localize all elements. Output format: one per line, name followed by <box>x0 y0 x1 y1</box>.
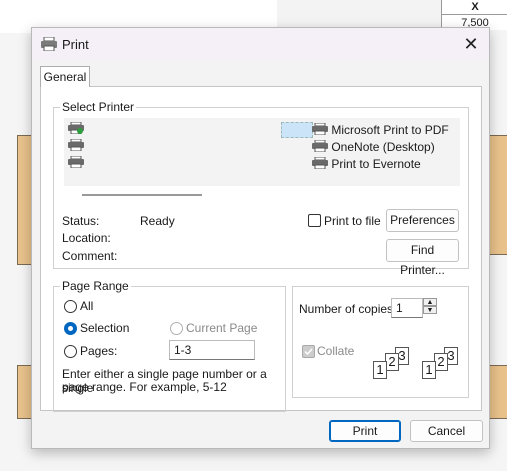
close-button[interactable]: ✕ <box>460 34 482 54</box>
printer-icon <box>68 155 84 169</box>
status-value: Ready <box>140 214 175 228</box>
printer-list-scrollbar[interactable] <box>82 194 202 196</box>
cancel-button[interactable]: Cancel <box>410 420 483 442</box>
printer-item-5[interactable]: OneNote (Desktop) <box>312 139 435 155</box>
copies-group: Number of copies: 1 ▲ ▼ Collate 3 2 1 3 … <box>292 286 469 398</box>
select-printer-group: Select Printer Microsoft Print to PDF On… <box>53 100 469 277</box>
tab-general[interactable]: General <box>40 66 90 87</box>
current-page-radio[interactable] <box>170 322 183 335</box>
background-shape-right-lower <box>488 365 507 419</box>
background-table: X 7,500 <box>441 0 507 30</box>
background-bottom <box>0 447 507 471</box>
printer-default-icon <box>68 121 84 135</box>
copies-input[interactable]: 1 <box>391 298 423 318</box>
status-label: Status: <box>62 214 100 228</box>
selection-label[interactable]: Selection <box>80 321 129 335</box>
collate-page: 1 <box>422 361 436 379</box>
collate-label[interactable]: Collate <box>317 344 354 358</box>
printer-item-name: Microsoft Print to PDF <box>331 123 449 137</box>
title-bar: Print ✕ <box>32 28 489 60</box>
printer-item-name: Print to Evernote <box>331 157 421 171</box>
collate-checkbox[interactable] <box>302 345 315 358</box>
selected-printer-highlight <box>281 122 313 138</box>
pages-label[interactable]: Pages: <box>80 344 117 358</box>
print-to-file-label[interactable]: Print to file <box>324 214 381 228</box>
all-radio[interactable] <box>64 300 77 313</box>
collate-page: 2 <box>385 353 399 371</box>
page-range-group: Page Range All Selection Current Page Pa… <box>53 279 286 412</box>
printer-item-3[interactable] <box>68 155 84 172</box>
current-page-label[interactable]: Current Page <box>186 321 257 335</box>
background-shape-right-upper <box>488 135 507 255</box>
printer-item-1[interactable] <box>68 121 84 138</box>
printer-item-4[interactable]: Microsoft Print to PDF <box>312 122 449 138</box>
number-of-copies-label: Number of copies: <box>299 302 397 316</box>
printer-icon <box>312 156 328 170</box>
close-icon: ✕ <box>463 34 479 54</box>
select-printer-label: Select Printer <box>60 100 137 114</box>
page-range-label: Page Range <box>60 279 131 293</box>
printer-item-name: OneNote (Desktop) <box>331 140 435 154</box>
spin-down-icon[interactable]: ▼ <box>423 306 437 314</box>
general-tab-panel: Select Printer Microsoft Print to PDF On… <box>40 86 482 412</box>
printer-icon <box>312 122 328 136</box>
print-to-file-checkbox[interactable] <box>308 214 321 227</box>
preferences-button[interactable]: Preferences <box>386 209 459 232</box>
printer-title-icon <box>40 36 58 52</box>
find-printer-button[interactable]: Find Printer... <box>386 239 459 277</box>
printer-item-2[interactable] <box>68 138 84 155</box>
copies-spinner[interactable]: ▲ ▼ <box>423 298 437 316</box>
printer-list[interactable]: Microsoft Print to PDF OneNote (Desktop)… <box>64 118 460 196</box>
spin-up-icon[interactable]: ▲ <box>423 298 437 306</box>
pages-radio[interactable] <box>64 345 77 358</box>
printer-icon <box>68 138 84 152</box>
comment-label: Comment: <box>62 249 118 263</box>
all-label[interactable]: All <box>80 299 93 313</box>
print-dialog: Print ✕ General Select Printer Microsoft… <box>31 27 490 449</box>
selection-radio[interactable] <box>64 322 77 335</box>
printer-item-6[interactable]: Print to Evernote <box>312 156 421 172</box>
page-range-help-line2: page range. For example, 5-12 <box>62 380 227 394</box>
collate-page: 1 <box>373 361 387 379</box>
collate-page: 2 <box>434 353 448 371</box>
print-button[interactable]: Print <box>329 420 401 442</box>
background-table-header: X <box>442 0 507 15</box>
printer-icon <box>312 139 328 153</box>
location-label: Location: <box>62 231 111 245</box>
dialog-title: Print <box>62 37 89 52</box>
pages-input[interactable]: 1-3 <box>169 340 255 360</box>
